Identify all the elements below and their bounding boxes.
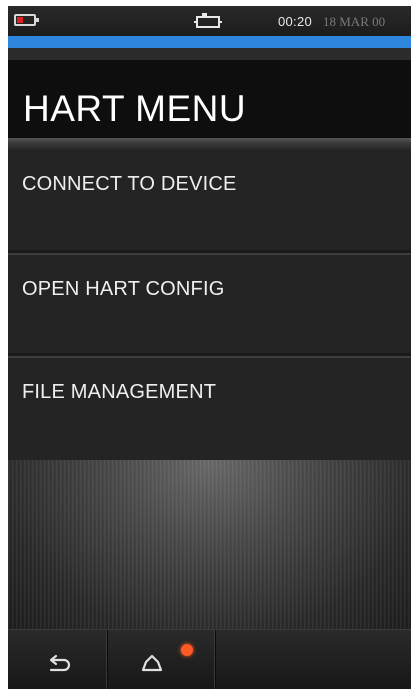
menu-item-connect-to-device[interactable]: CONNECT TO DEVICE [8,150,411,250]
navigation-bar [8,629,411,689]
menu-item-label: CONNECT TO DEVICE [22,173,237,195]
menu-item-label: OPEN HART CONFIG [22,278,225,300]
back-button[interactable] [28,638,88,686]
menu-item-file-management[interactable]: FILE MANAGEMENT [8,356,411,460]
menu-item-open-hart-config[interactable]: OPEN HART CONFIG [8,253,411,353]
status-time: 00:20 [278,14,313,29]
notification-dot-icon [181,644,193,656]
device-connection-icon [194,13,222,28]
title-separator [8,138,411,150]
nav-divider [214,630,216,689]
menu-item-label: FILE MANAGEMENT [22,381,217,403]
device-screen: 00:20 18 MAR 00 HART MENU CONNECT TO DEV… [8,6,411,689]
accent-bar [8,36,411,48]
page-title: HART MENU [23,88,247,129]
background-panel [8,460,411,629]
battery-low-icon [14,14,39,26]
header-gap [8,48,411,60]
back-arrow-icon [49,654,71,672]
status-date: 18 MAR 00 [323,14,386,29]
status-bar: 00:20 18 MAR 00 [8,6,411,36]
nav-divider [106,630,108,689]
